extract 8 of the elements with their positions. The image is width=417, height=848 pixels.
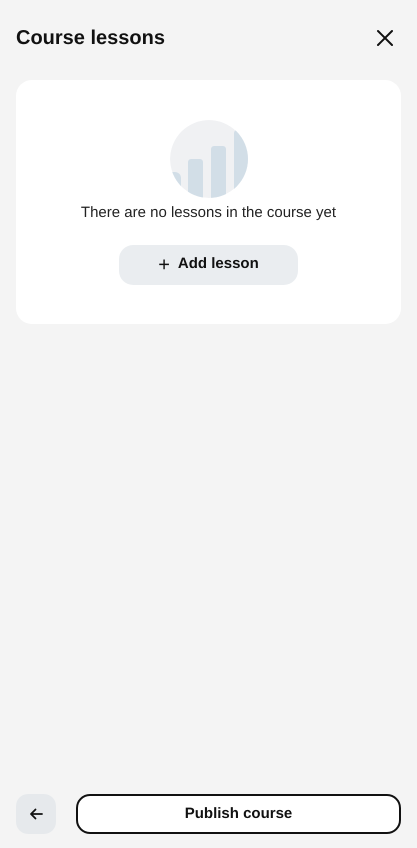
publish-course-button[interactable]: Publish course [76, 794, 401, 834]
bar-chart-icon [170, 120, 248, 198]
back-arrow-icon [29, 808, 43, 820]
close-icon [376, 29, 394, 47]
back-button[interactable] [16, 794, 56, 834]
page-title: Course lessons [16, 26, 165, 51]
empty-message: There are no lessons in the course yet [80, 203, 336, 223]
add-lesson-button[interactable]: + Add lesson [119, 244, 298, 284]
